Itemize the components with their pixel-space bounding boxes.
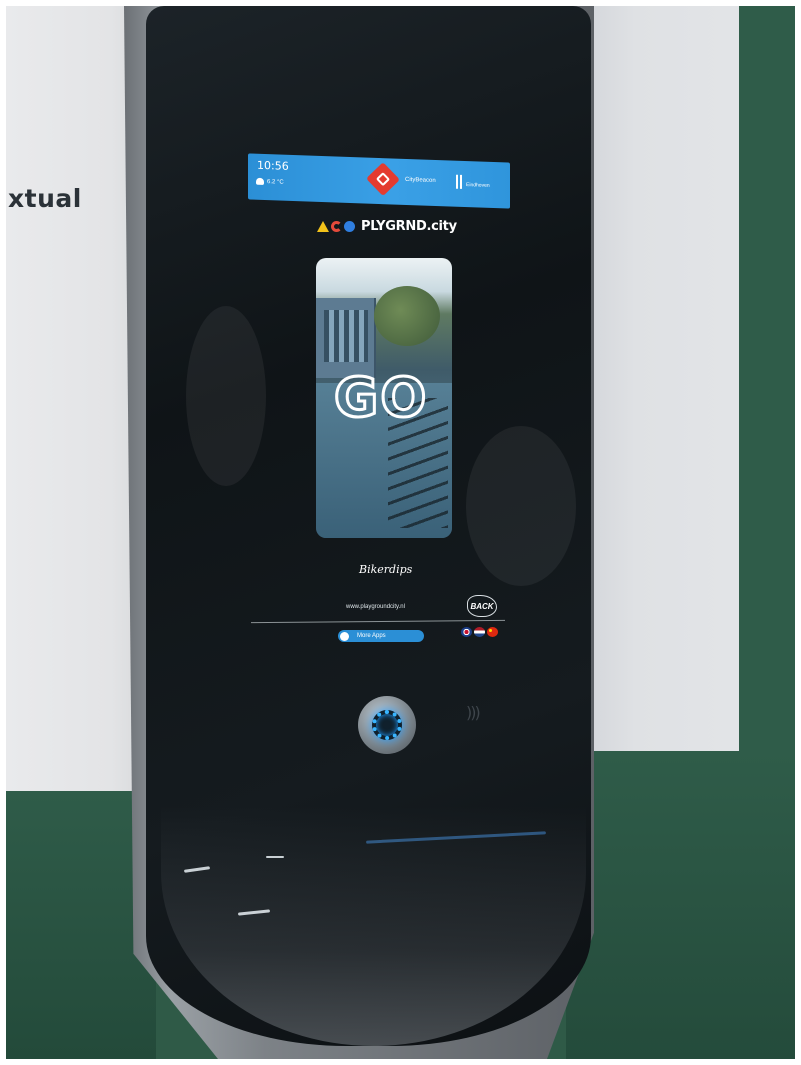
more-apps-label: More Apps (357, 633, 386, 639)
flag-uk-icon[interactable] (461, 627, 472, 637)
app-url: www.playgroundcity.nl (346, 604, 405, 610)
city-emblem-icon (456, 174, 462, 189)
status-bar: 10:56 6.2 °C CityBeacon Eindhoven (248, 153, 510, 209)
light-glint (266, 856, 284, 858)
circle-logo-icon (344, 221, 355, 232)
brand-name: CityBeacon (405, 176, 436, 184)
weather-icon (256, 177, 264, 185)
nfc-icon: ))) (466, 703, 481, 722)
language-selector (461, 627, 498, 637)
photo: xtual 10:56 6.2 °C CityBeacon Eindhoven … (6, 6, 795, 1059)
flag-cn-icon[interactable] (487, 627, 498, 637)
app-title: PLYGRND.city (361, 219, 457, 234)
glass-reflection (466, 426, 576, 586)
glass-reflection (186, 306, 266, 486)
plus-circle-icon (340, 631, 349, 641)
wall-sign-text: xtual (8, 184, 82, 213)
green-wall-lower-right (566, 751, 795, 1059)
more-apps-button[interactable]: More Apps (338, 630, 424, 642)
clock: 10:56 (257, 158, 289, 173)
flag-nl-icon[interactable] (474, 627, 485, 637)
partner-name: Eindhoven (466, 182, 490, 189)
citybeacon-logo-icon (366, 162, 400, 197)
temperature: 6.2 °C (267, 178, 284, 186)
app-logo: PLYGRND.city (317, 219, 457, 234)
temperature-row: 6.2 °C (256, 177, 284, 186)
back-button[interactable]: BACK (467, 595, 497, 617)
app-name: Bikerdips (359, 563, 413, 576)
preview-overlay-text: GO (332, 365, 429, 431)
preview-tree (374, 286, 440, 346)
home-ring-icon (372, 710, 402, 740)
g-logo-icon (331, 221, 342, 232)
app-preview-card[interactable]: GO (316, 258, 452, 538)
triangle-logo-icon (317, 221, 329, 232)
home-button[interactable] (358, 696, 416, 754)
